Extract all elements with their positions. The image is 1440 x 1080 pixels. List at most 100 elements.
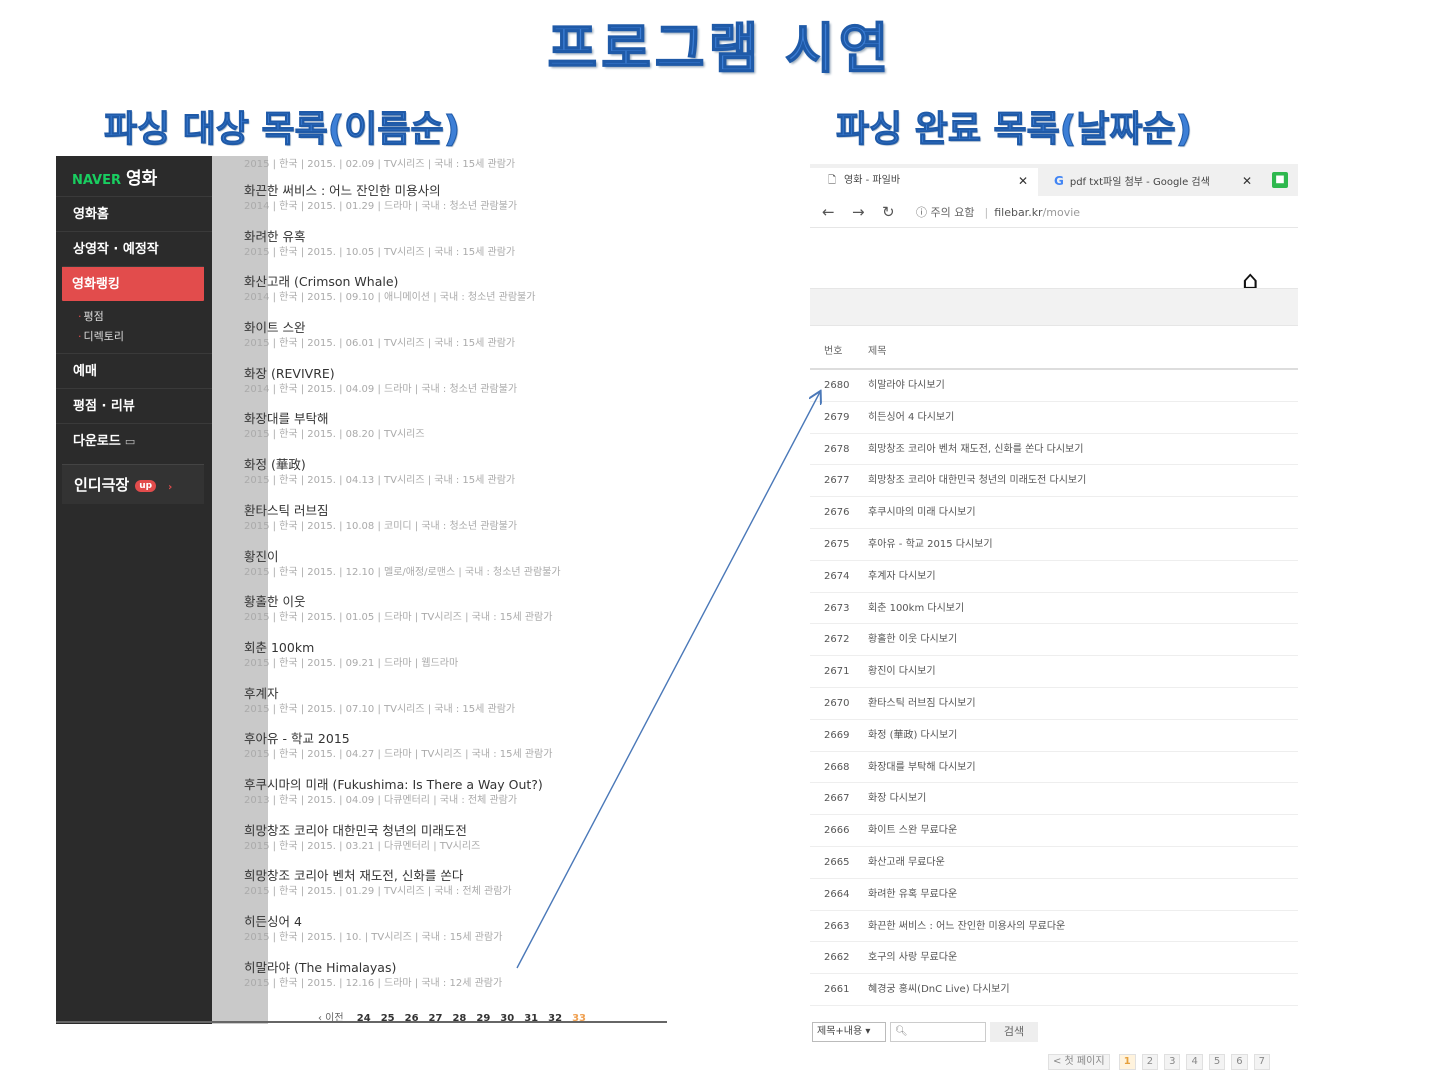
- table-row[interactable]: 2678 희망창조 코리아 벤처 재도전, 신화를 쏜다 다시보기: [810, 434, 1298, 466]
- row-title-link[interactable]: 히든싱어 4 다시보기: [868, 402, 954, 434]
- table-row[interactable]: 2672 황홀한 이웃 다시보기: [810, 624, 1298, 657]
- current-page[interactable]: 1: [1118, 1054, 1136, 1070]
- tab-google[interactable]: Gpdf txt파일 첨부 - Google 검색 ✕: [1042, 168, 1262, 196]
- row-title-link[interactable]: 화끈한 써비스 : 어느 잔인한 미용사의 무료다운: [868, 911, 1065, 943]
- movie-info: 2015 | 한국 | 2015. | 12.16 | 드라마 | 국내 : 1…: [244, 977, 503, 989]
- movie-title-link[interactable]: 회춘 100km: [244, 639, 664, 656]
- table-row[interactable]: 2671 황진이 다시보기: [810, 656, 1298, 688]
- row-title-link[interactable]: 호구의 사랑 무료다운: [868, 942, 957, 974]
- sidebar-item-home[interactable]: 영화홈: [56, 196, 212, 231]
- table-row[interactable]: 2675 후아유 - 학교 2015 다시보기: [810, 529, 1298, 561]
- page-link[interactable]: 2: [1141, 1054, 1159, 1070]
- row-title-link[interactable]: 화장대를 부탁해 다시보기: [868, 752, 976, 784]
- reload-icon[interactable]: ↻: [882, 203, 895, 221]
- page-link[interactable]: 5: [1208, 1054, 1226, 1070]
- row-title-link[interactable]: 황홀한 이웃 다시보기: [868, 624, 957, 656]
- row-title-link[interactable]: 혜경궁 홍씨(DnC Live) 다시보기: [868, 974, 1010, 1006]
- movie-title-link[interactable]: 히말라야 (The Himalayas): [244, 959, 664, 976]
- movie-title-link[interactable]: 희망창조 코리아 벤처 재도전, 신화를 쏜다: [244, 867, 664, 884]
- sidebar-item-booking[interactable]: 예매: [56, 353, 212, 388]
- movie-title-link[interactable]: 화산고래 (Crimson Whale): [244, 273, 664, 290]
- page-link[interactable]: 4: [1186, 1054, 1203, 1070]
- sidebar-subitem-rating[interactable]: 평점: [78, 307, 212, 327]
- movie-title-link[interactable]: 화려한 유혹: [244, 228, 664, 245]
- row-title-link[interactable]: 화이트 스완 무료다운: [868, 815, 957, 847]
- url-field[interactable]: ⓘ 주의 요함 | filebar.kr/movie: [916, 204, 1080, 220]
- naver-sidebar: NAVER 영화 영화홈 상영작 · 예정작 영화랭킹 평점 디렉토리 예매 평점…: [56, 156, 212, 1024]
- table-row[interactable]: 2661 혜경궁 홍씨(DnC Live) 다시보기: [810, 974, 1298, 1006]
- movie-title-link[interactable]: 화이트 스완: [244, 319, 664, 336]
- close-icon[interactable]: ✕: [1018, 168, 1028, 194]
- movie-title-link[interactable]: 후계자: [244, 685, 664, 702]
- movie-title-link[interactable]: 환타스틱 러브짐: [244, 502, 664, 519]
- naver-logo-text: 영화: [126, 169, 158, 189]
- tab-filebar[interactable]: 🗋 영화 - 파일바 ✕: [810, 168, 1038, 196]
- row-title-link[interactable]: 후아유 - 학교 2015 다시보기: [868, 529, 993, 561]
- page-link[interactable]: 3: [1164, 1054, 1181, 1070]
- first-page-link[interactable]: < 첫 페이지: [1048, 1054, 1110, 1070]
- forward-icon[interactable]: →: [852, 203, 865, 221]
- row-number: 2676: [824, 507, 850, 519]
- movie-title-link[interactable]: 황진이: [244, 548, 664, 565]
- table-row[interactable]: 2670 환타스틱 러브짐 다시보기: [810, 688, 1298, 720]
- row-title-link[interactable]: 희망창조 코리아 대한민국 청년의 미래도전 다시보기: [868, 465, 1086, 497]
- row-title-link[interactable]: 화려한 유혹 무료다운: [868, 879, 957, 911]
- movie-info: 2015 | 한국 | 2015. | 09.21 | 드라마 | 웹드라마: [244, 657, 459, 669]
- table-row[interactable]: 2667 화장 다시보기: [810, 783, 1298, 816]
- back-icon[interactable]: ←: [822, 203, 835, 221]
- movie-title-link[interactable]: 희망창조 코리아 대한민국 청년의 미래도전: [244, 822, 664, 839]
- page-link[interactable]: 7: [1253, 1054, 1270, 1070]
- movie-title-link[interactable]: 화장대를 부탁해: [244, 410, 664, 427]
- search-input[interactable]: 🔍︎: [890, 1022, 986, 1042]
- sidebar-subitem-directory[interactable]: 디렉토리: [78, 327, 212, 347]
- row-title-link[interactable]: 화장 다시보기: [868, 783, 926, 815]
- movie-title-link[interactable]: 화장 (REVIVRE): [244, 365, 664, 382]
- movie-info: 2015 | 한국 | 2015. | 08.20 | TV시리즈: [244, 429, 425, 441]
- sidebar-item-ranking[interactable]: 영화랭킹: [62, 266, 204, 301]
- row-title-link[interactable]: 황진이 다시보기: [868, 656, 936, 688]
- table-row[interactable]: 2679 히든싱어 4 다시보기: [810, 402, 1298, 434]
- movie-title-link[interactable]: 히든싱어 4: [244, 913, 664, 930]
- table-row[interactable]: 2676 후쿠시마의 미래 다시보기: [810, 497, 1298, 529]
- table-row[interactable]: 2662 호구의 사랑 무료다운: [810, 942, 1298, 975]
- table-row[interactable]: 2668 화장대를 부탁해 다시보기: [810, 752, 1298, 784]
- row-title-link[interactable]: 회춘 100km 다시보기: [868, 593, 964, 625]
- header-no: 번호: [824, 346, 843, 357]
- sidebar-item-download[interactable]: 다운로드 ▭: [56, 423, 212, 458]
- table-row[interactable]: 2665 화산고래 무료다운: [810, 847, 1298, 879]
- row-title-link[interactable]: 후쿠시마의 미래 다시보기: [868, 497, 976, 529]
- table-row[interactable]: 2674 후계자 다시보기: [810, 561, 1298, 593]
- row-title-link[interactable]: 후계자 다시보기: [868, 561, 936, 593]
- movie-item: 후아유 - 학교 2015 2015 | 한국 | 2015. | 04.27 |…: [244, 722, 664, 768]
- table-row[interactable]: 2669 화정 (華政) 다시보기: [810, 720, 1298, 752]
- movie-title-link[interactable]: 황홀한 이웃: [244, 593, 664, 610]
- sidebar-item-reviews[interactable]: 평점 · 리뷰: [56, 388, 212, 423]
- table-row[interactable]: 2663 화끈한 써비스 : 어느 잔인한 미용사의 무료다운: [810, 911, 1298, 943]
- table-row[interactable]: 2677 희망창조 코리아 대한민국 청년의 미래도전 다시보기: [810, 465, 1298, 498]
- movie-title-link[interactable]: 화정 (華政): [244, 456, 664, 473]
- row-title-link[interactable]: 환타스틱 러브짐 다시보기: [868, 688, 976, 720]
- indie-label: 인디극장: [74, 476, 130, 494]
- table-row[interactable]: 2666 화이트 스완 무료다운: [810, 815, 1298, 847]
- movie-item: 황홀한 이웃 2015 | 한국 | 2015. | 01.05 | 드라마 | …: [244, 585, 664, 631]
- sidebar-item-indie[interactable]: 인디극장 up ›: [62, 464, 204, 504]
- row-title-link[interactable]: 화산고래 무료다운: [868, 847, 945, 879]
- sidebar-item-now-showing[interactable]: 상영작 · 예정작: [56, 231, 212, 266]
- movie-title-link[interactable]: 화끈한 써비스 : 어느 잔인한 미용사의: [244, 182, 664, 199]
- movie-item: 화끈한 써비스 : 어느 잔인한 미용사의 2014 | 한국 | 2015. |…: [244, 174, 664, 220]
- extension-icon[interactable]: ■: [1272, 172, 1288, 188]
- row-title-link[interactable]: 화정 (華政) 다시보기: [868, 720, 957, 752]
- table-row[interactable]: 2680 히말라야 다시보기: [810, 370, 1298, 402]
- search-scope-select[interactable]: 제목+내용 ▾: [812, 1022, 886, 1042]
- table-row[interactable]: 2664 화려한 유혹 무료다운: [810, 879, 1298, 911]
- movie-title-link[interactable]: 후아유 - 학교 2015: [244, 730, 664, 747]
- row-title-link[interactable]: 희망창조 코리아 벤처 재도전, 신화를 쏜다 다시보기: [868, 434, 1083, 466]
- search-button[interactable]: 검색: [990, 1022, 1038, 1042]
- naver-movie-logo[interactable]: NAVER 영화: [56, 156, 212, 196]
- page-link[interactable]: 6: [1231, 1054, 1248, 1070]
- movie-title-link[interactable]: 후쿠시마의 미래 (Fukushima: Is There a Way Out?…: [244, 776, 664, 793]
- row-title-link[interactable]: 히말라야 다시보기: [868, 370, 945, 402]
- security-warning[interactable]: ⓘ 주의 요함: [916, 206, 974, 219]
- close-icon[interactable]: ✕: [1242, 168, 1252, 194]
- table-row[interactable]: 2673 회춘 100km 다시보기: [810, 593, 1298, 625]
